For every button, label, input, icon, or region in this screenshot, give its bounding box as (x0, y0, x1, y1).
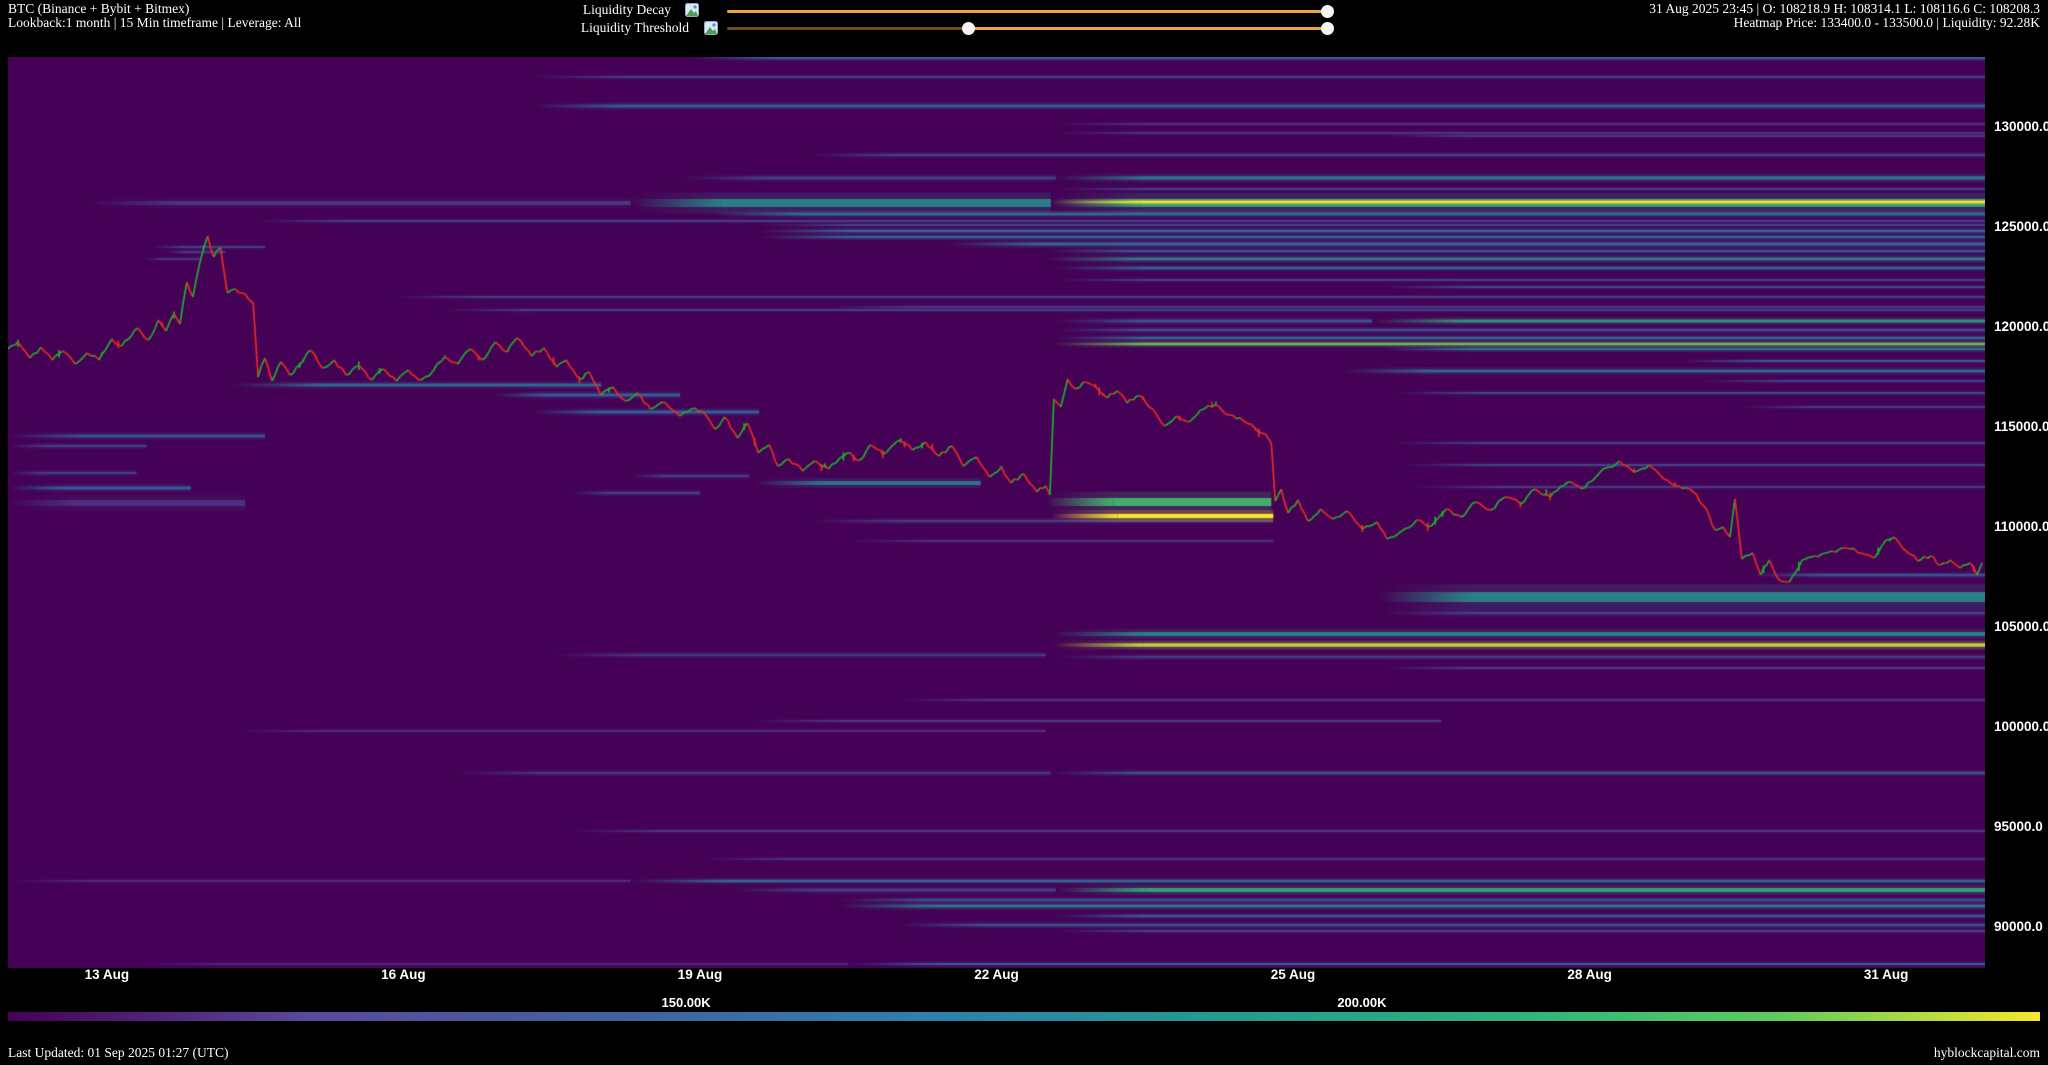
lookback-settings: Lookback:1 month | 15 Min timeframe | Le… (8, 16, 301, 30)
site-link[interactable]: hyblockcapital.com (1934, 1046, 2040, 1060)
last-updated-text: Last Updated: 01 Sep 2025 01:27 (UTC) (8, 1046, 228, 1060)
y-axis-label: 100000.0 (1994, 719, 2048, 734)
decay-track[interactable] (727, 10, 1327, 13)
x-axis-label: 28 Aug (1567, 967, 1612, 982)
heatmap-canvas[interactable] (8, 57, 1985, 968)
symbol-title: BTC (Binance + Bybit + Bitmex) (8, 2, 189, 16)
liquidity-threshold-label: Liquidity Threshold (439, 21, 689, 35)
app: { "header": { "left_line1": "BTC (Binanc… (0, 0, 2048, 1065)
y-axis-label: 95000.0 (1994, 819, 2043, 834)
image-placeholder-icon (685, 3, 699, 17)
threshold-handle-high[interactable] (1321, 22, 1334, 35)
liquidity-colorbar (8, 1012, 2040, 1021)
ohlc-readout: 31 Aug 2025 23:45 | O: 108218.9 H: 10831… (1649, 2, 2040, 16)
y-axis-label: 90000.0 (1994, 919, 2043, 934)
threshold-handle-low[interactable] (962, 22, 975, 35)
x-axis-label: 25 Aug (1271, 967, 1316, 982)
liquidity-decay-slider[interactable] (727, 5, 1327, 18)
colorbar-label: 200.00K (1337, 995, 1386, 1010)
x-axis-label: 13 Aug (85, 967, 130, 982)
x-axis-label: 19 Aug (678, 967, 723, 982)
x-axis-label: 31 Aug (1864, 967, 1909, 982)
x-axis-label: 16 Aug (381, 967, 426, 982)
liquidity-decay-label: Liquidity Decay (421, 3, 671, 17)
liquidity-threshold-slider[interactable] (727, 22, 1327, 35)
decay-handle[interactable] (1321, 5, 1334, 18)
y-axis-label: 115000.0 (1994, 419, 2048, 434)
x-axis-label: 22 Aug (974, 967, 1019, 982)
image-placeholder-icon (704, 21, 718, 35)
y-axis-label: 125000.0 (1994, 219, 2048, 234)
threshold-track-fill[interactable] (969, 27, 1327, 30)
y-axis-label: 105000.0 (1994, 619, 2048, 634)
y-axis-label: 110000.0 (1994, 519, 2048, 534)
heatmap-price-readout: Heatmap Price: 133400.0 - 133500.0 | Liq… (1734, 16, 2040, 30)
colorbar-label: 150.00K (662, 995, 711, 1010)
y-axis-label: 120000.0 (1994, 319, 2048, 334)
y-axis-label: 130000.0 (1994, 119, 2048, 134)
